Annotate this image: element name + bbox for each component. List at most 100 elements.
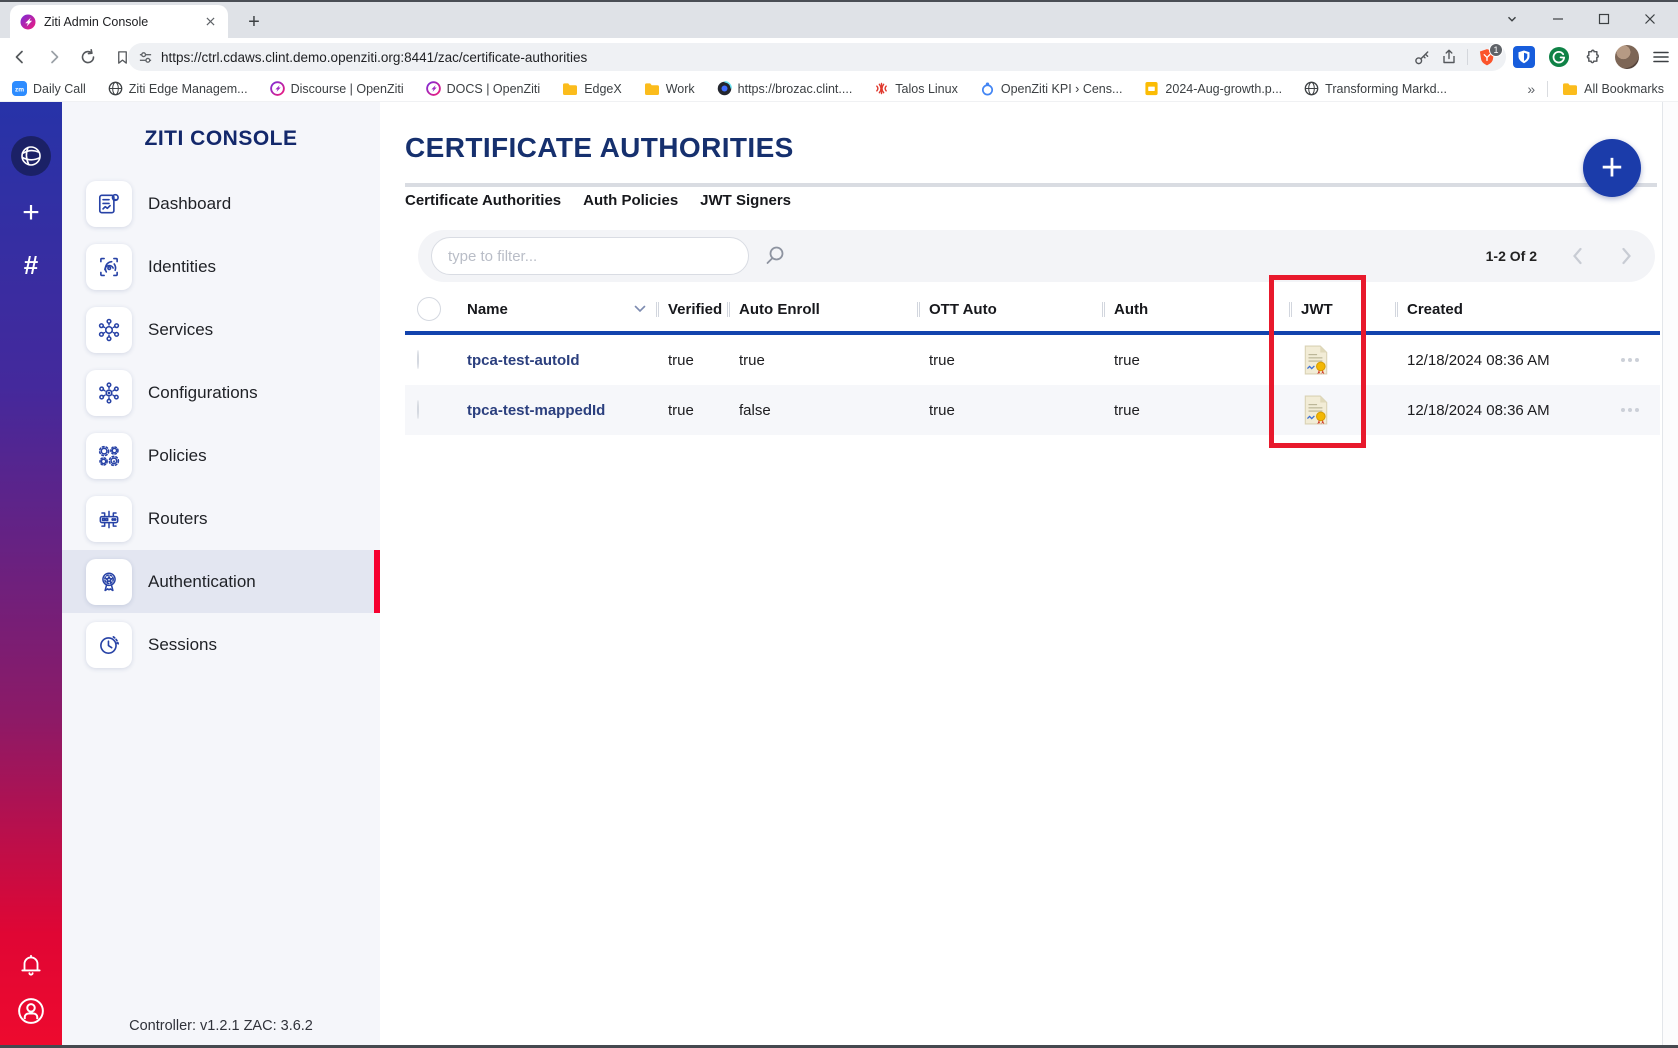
bookmarks-divider <box>1547 81 1548 97</box>
openziti-favicon <box>20 14 36 30</box>
bookmark-ziti-edge[interactable]: Ziti Edge Managem... <box>108 81 248 96</box>
column-header-name[interactable]: Name <box>455 298 656 320</box>
bookmark-folder-edgex[interactable]: EdgeX <box>562 82 622 96</box>
certificate-icon[interactable] <box>1303 345 1395 375</box>
bookmark-daily-call[interactable]: zm Daily Call <box>12 81 86 96</box>
row-menu-icon[interactable] <box>1600 408 1660 412</box>
filter-input[interactable] <box>431 237 749 275</box>
sidebar-item-routers[interactable]: Routers <box>62 487 380 550</box>
back-icon[interactable] <box>6 43 34 71</box>
next-page-icon[interactable] <box>1620 247 1633 265</box>
table-row: tpca-test-autoId true true true true 12/… <box>405 335 1660 385</box>
brave-shield-icon[interactable]: 1 <box>1478 48 1496 66</box>
bitwarden-icon[interactable] <box>1513 46 1535 68</box>
new-tab-button[interactable]: + <box>240 8 268 36</box>
globe-icon <box>108 81 123 96</box>
url-text[interactable]: https://ctrl.cdaws.clint.demo.openziti.o… <box>161 50 1406 65</box>
header-select-all[interactable] <box>405 298 455 320</box>
folder-icon <box>1562 82 1578 96</box>
bookmark-brozac[interactable]: https://brozac.clint.... <box>717 81 853 96</box>
all-bookmarks-button[interactable]: All Bookmarks <box>1562 82 1664 96</box>
sidebar-item-policies[interactable]: Policies <box>62 424 380 487</box>
ca-name-link[interactable]: tpca-test-mappedId <box>455 402 656 419</box>
bookmark-openziti-kpi[interactable]: OpenZiti KPI › Cens... <box>980 81 1123 96</box>
minimize-icon[interactable] <box>1548 9 1568 29</box>
select-all-checkbox[interactable] <box>417 297 441 321</box>
bookmark-discourse[interactable]: Discourse | OpenZiti <box>270 81 404 96</box>
browser-titlebar: Ziti Admin Console + <box>0 0 1678 38</box>
dashboard-icon <box>86 181 132 227</box>
console-brand-title: ZITI CONSOLE <box>62 127 380 151</box>
sidebar-item-identities[interactable]: Identities <box>62 235 380 298</box>
auth-value: true <box>1102 402 1289 419</box>
share-icon[interactable] <box>1441 49 1457 65</box>
sort-chevron-icon[interactable] <box>634 305 646 313</box>
bookmark-growth-doc[interactable]: 2024-Aug-growth.p... <box>1144 81 1282 96</box>
reload-icon[interactable] <box>74 43 102 71</box>
pagination-label: 1-2 Of 2 <box>1486 248 1537 264</box>
add-certificate-authority-button[interactable]: + <box>1583 139 1641 197</box>
site-settings-icon[interactable] <box>138 50 153 65</box>
gears-icon <box>86 433 132 479</box>
row-checkbox[interactable] <box>417 350 419 369</box>
bookmark-docs-openziti[interactable]: DOCS | OpenZiti <box>426 81 541 96</box>
sidebar-item-label: Services <box>148 320 213 340</box>
auth-value: true <box>1102 352 1289 369</box>
extensions-puzzle-icon[interactable] <box>1583 48 1602 67</box>
search-icon[interactable] <box>763 244 787 268</box>
table-row: tpca-test-mappedId true false true true … <box>405 385 1660 435</box>
maximize-icon[interactable] <box>1594 9 1614 29</box>
sidebar-item-label: Identities <box>148 257 216 277</box>
forward-icon[interactable] <box>40 43 68 71</box>
notifications-bell-icon[interactable] <box>18 952 44 978</box>
rail-hash-icon[interactable]: # <box>24 250 38 281</box>
bookmark-transforming-markdown[interactable]: Transforming Markd... <box>1304 81 1447 96</box>
folder-icon <box>644 82 660 96</box>
certificate-icon[interactable] <box>1303 395 1395 425</box>
close-icon[interactable] <box>1640 9 1660 29</box>
ziti-logo[interactable] <box>11 136 51 176</box>
row-checkbox[interactable] <box>417 400 419 419</box>
profile-avatar[interactable] <box>1615 45 1639 69</box>
browser-toolbar: https://ctrl.cdaws.clint.demo.openziti.o… <box>0 38 1678 76</box>
tab-jwt-signers[interactable]: JWT Signers <box>700 192 791 209</box>
router-icon <box>86 496 132 542</box>
tab-auth-policies[interactable]: Auth Policies <box>583 192 678 209</box>
clock-icon <box>86 622 132 668</box>
sidebar-item-authentication[interactable]: Authentication <box>62 550 380 613</box>
globe-icon <box>1304 81 1319 96</box>
bookmarks-overflow-icon[interactable]: » <box>1527 81 1533 97</box>
address-bar[interactable]: https://ctrl.cdaws.clint.demo.openziti.o… <box>128 43 1506 71</box>
grammarly-icon[interactable] <box>1548 46 1570 68</box>
bookmark-talos[interactable]: Talos Linux <box>874 81 958 96</box>
tab-certificate-authorities[interactable]: Certificate Authorities <box>405 192 561 209</box>
bookmark-folder-work[interactable]: Work <box>644 82 695 96</box>
ca-name-link[interactable]: tpca-test-autoId <box>455 352 656 369</box>
title-divider <box>405 183 1657 187</box>
browser-tab[interactable]: Ziti Admin Console <box>10 5 228 38</box>
ring-icon <box>980 81 995 96</box>
medal-icon <box>86 559 132 605</box>
sidebar-item-sessions[interactable]: Sessions <box>62 613 380 676</box>
column-header-verified: Verified <box>656 298 727 320</box>
tab-search-icon[interactable] <box>1502 9 1522 29</box>
shield-badge: 1 <box>1489 43 1503 57</box>
zoom-icon: zm <box>12 81 27 96</box>
prev-page-icon[interactable] <box>1571 247 1584 265</box>
sidebar-item-services[interactable]: Services <box>62 298 380 361</box>
tab-title: Ziti Admin Console <box>44 15 194 29</box>
sidebar-item-label: Sessions <box>148 635 217 655</box>
folder-icon <box>562 82 578 96</box>
menu-icon[interactable] <box>1652 48 1670 66</box>
tab-close-icon[interactable] <box>202 14 218 30</box>
account-icon[interactable] <box>16 996 46 1026</box>
main-content: CERTIFICATE AUTHORITIES + Certificate Au… <box>380 102 1678 1048</box>
sidebar-item-dashboard[interactable]: Dashboard <box>62 172 380 235</box>
password-key-icon[interactable] <box>1414 49 1431 66</box>
sidebar-item-configurations[interactable]: Configurations <box>62 361 380 424</box>
rail-add-icon[interactable]: + <box>22 196 40 230</box>
auto-enroll-value: true <box>727 352 917 369</box>
page-scrollbar[interactable] <box>1662 102 1678 1045</box>
row-menu-icon[interactable] <box>1600 358 1660 362</box>
column-header-jwt: JWT <box>1289 298 1395 320</box>
